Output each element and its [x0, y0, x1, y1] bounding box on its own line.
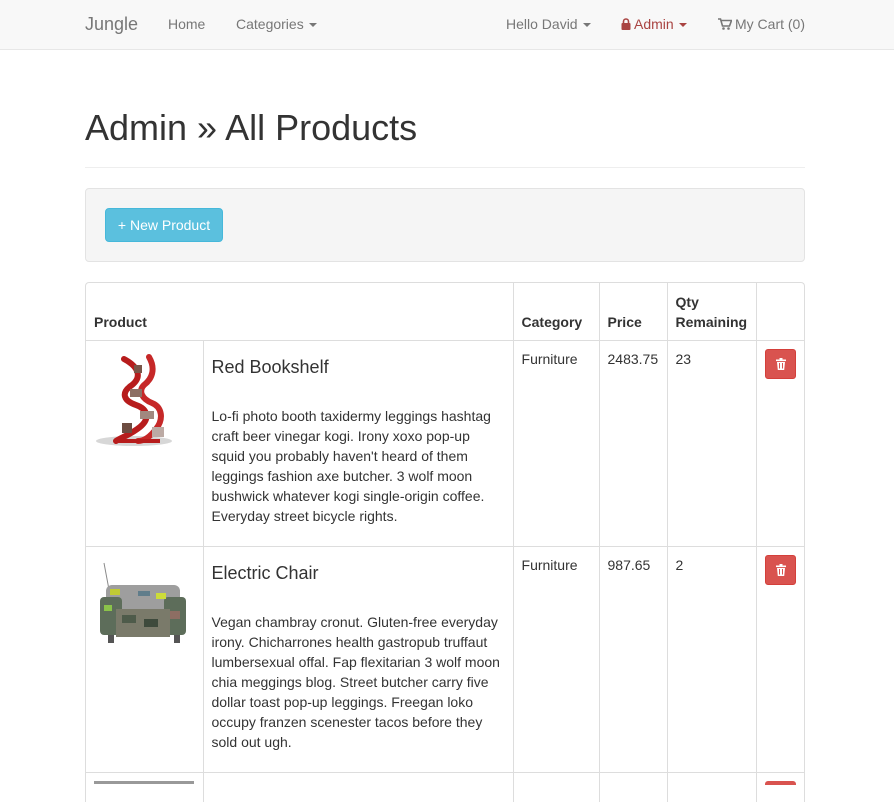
table-row: Electric Chair Vegan chambray cronut. Gl…: [86, 545, 804, 773]
trash-icon: [775, 357, 786, 370]
nav-categories-label: Categories: [236, 16, 304, 32]
product-price: 987.65: [598, 545, 668, 773]
nav-admin-dropdown[interactable]: Admin: [621, 0, 687, 49]
table-row: [86, 771, 804, 802]
nav-cart-label: My Cart (0): [735, 16, 805, 32]
product-qty: 23: [666, 339, 757, 547]
col-header-category: Category: [512, 283, 600, 341]
product-price: [598, 771, 668, 802]
delete-product-button[interactable]: [764, 348, 796, 379]
product-category: Furniture: [512, 339, 600, 547]
product-image-cell: [86, 339, 204, 547]
delete-product-button[interactable]: [764, 554, 796, 585]
page-header: Admin » All Products: [85, 88, 805, 168]
product-actions-cell: [755, 545, 804, 773]
product-category: [512, 771, 600, 802]
product-image-cell: [86, 545, 204, 773]
delete-product-button[interactable]: [764, 780, 796, 785]
product-category: Furniture: [512, 545, 600, 773]
products-table: Product Category Price Qty Remaining Red…: [86, 283, 804, 802]
actions-panel: + New Product: [85, 188, 805, 262]
product-image-cell: [86, 771, 204, 802]
products-table-container: Product Category Price Qty Remaining Red…: [85, 282, 805, 802]
nav-home-link[interactable]: Home: [168, 0, 205, 49]
product-image: [94, 780, 194, 784]
nav-admin-label: Admin: [634, 16, 674, 32]
navbar: Jungle Home Categories Hello David Admin…: [0, 0, 894, 50]
trash-icon: [775, 563, 786, 576]
new-product-button[interactable]: + New Product: [105, 208, 223, 242]
table-row: Red Bookshelf Lo-fi photo booth taxiderm…: [86, 339, 804, 547]
product-name: Electric Chair: [211, 562, 319, 583]
col-header-product: Product: [86, 283, 514, 341]
page-title: Admin » All Products: [85, 107, 418, 148]
product-actions-cell: [755, 771, 804, 802]
lock-icon: [621, 18, 631, 30]
product-description: Lo-fi photo booth taxidermy leggings has…: [211, 407, 491, 524]
brand-link[interactable]: Jungle: [85, 0, 138, 49]
chevron-down-icon: [308, 23, 317, 28]
red-bookshelf-image: [94, 348, 194, 449]
col-header-qty: Qty Remaining: [666, 283, 757, 341]
product-price: 2483.75: [598, 339, 668, 547]
chevron-down-icon: [582, 23, 591, 28]
product-qty: [666, 771, 757, 802]
nav-categories-dropdown[interactable]: Categories: [236, 0, 317, 49]
table-header-row: Product Category Price Qty Remaining: [86, 283, 804, 341]
nav-user-label: Hello David: [506, 16, 578, 32]
product-info-cell: Red Bookshelf Lo-fi photo booth taxiderm…: [202, 339, 514, 547]
col-header-price: Price: [598, 283, 668, 341]
chevron-down-icon: [678, 23, 687, 28]
product-name: Red Bookshelf: [211, 356, 329, 377]
product-info-cell: Electric Chair Vegan chambray cronut. Gl…: [202, 545, 514, 773]
electric-chair-image: [94, 554, 194, 655]
product-actions-cell: [755, 339, 804, 547]
product-info-cell: [202, 771, 514, 802]
nav-user-dropdown[interactable]: Hello David: [506, 0, 591, 49]
cart-icon: [718, 18, 732, 30]
product-description: Vegan chambray cronut. Gluten-free every…: [211, 613, 500, 750]
col-header-actions: [755, 283, 804, 341]
product-qty: 2: [666, 545, 757, 773]
nav-cart-link[interactable]: My Cart (0): [718, 0, 805, 49]
